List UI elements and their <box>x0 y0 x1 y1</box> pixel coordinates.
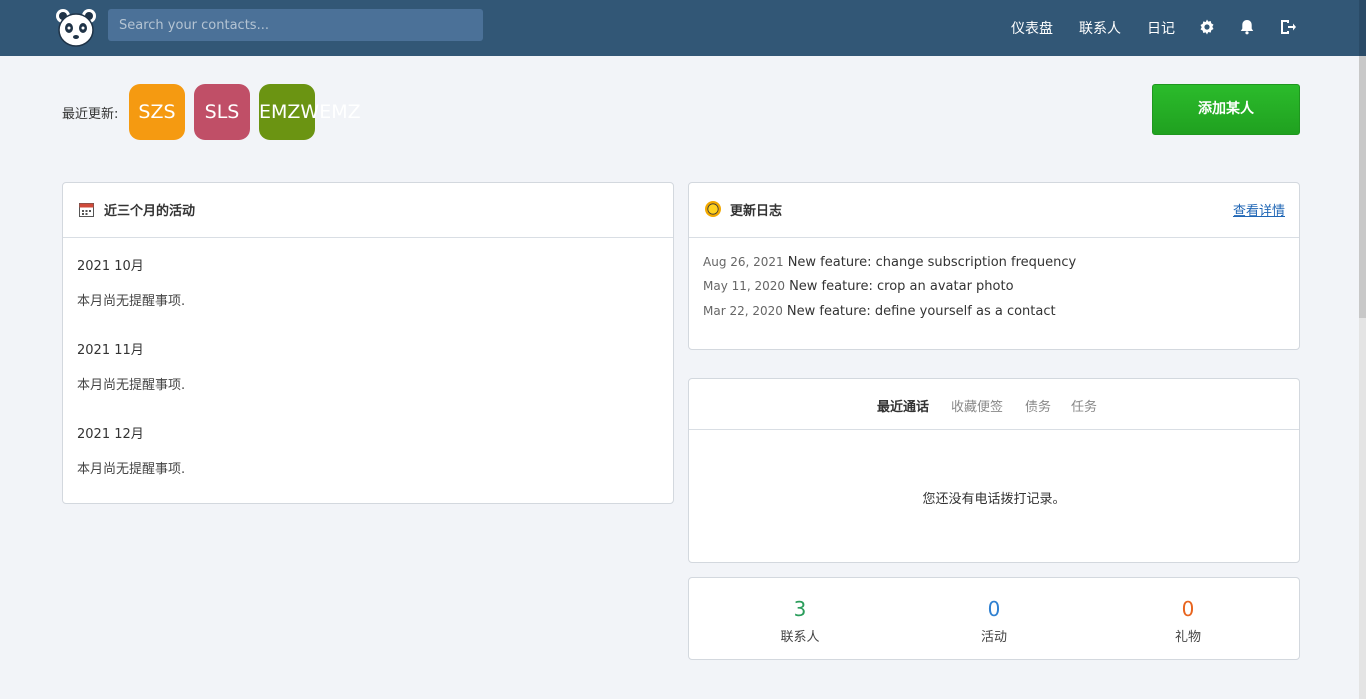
changelog-text: New feature: change subscription frequen… <box>787 255 1077 270</box>
changelog-text: New feature: crop an avatar photo <box>789 279 1014 294</box>
contacts-label: 联系人 <box>780 630 820 645</box>
tabs-card: 最近通话 收藏便签 债务 任务 您还没有电话拨打记录。 <box>688 378 1300 563</box>
activity-title: 近三个月的活动 <box>104 204 196 219</box>
tab-tasks[interactable]: 任务 <box>1071 396 1097 415</box>
changelog-title: 更新日志 <box>730 204 783 219</box>
tab-recent-calls[interactable]: 最近通话 <box>877 396 929 415</box>
changelog-date: Mar 22, 2020 <box>703 304 783 318</box>
nav-contacts[interactable]: 联系人 <box>1079 18 1121 38</box>
avatar[interactable]: EMZWEMZ <box>259 84 361 140</box>
changelog-entry[interactable]: May 11, 2020 New feature: crop an avatar … <box>703 279 1014 294</box>
recent-label: 最近更新: <box>62 107 119 122</box>
tab-debts[interactable]: 债务 <box>1025 396 1051 415</box>
search-input[interactable] <box>108 9 483 41</box>
panda-logo-icon[interactable] <box>55 8 97 48</box>
card-header: 更新日志 查看详情 <box>689 183 1299 238</box>
gear-icon[interactable] <box>1198 18 1216 36</box>
activity-card: 近三个月的活动 2021 10月 本月尚无提醒事项. 2021 11月 本月尚无… <box>62 182 674 504</box>
changelog-entry[interactable]: Aug 26, 2021 New feature: change subscrip… <box>703 255 1076 270</box>
stats-card: 3 联系人 0 活动 0 礼物 <box>688 577 1300 660</box>
month-empty-text: 本月尚无提醒事项. <box>77 294 186 309</box>
activities-label: 活动 <box>980 630 1007 645</box>
scrollbar-top <box>1359 0 1366 56</box>
nav-dashboard[interactable]: 仪表盘 <box>1011 18 1053 38</box>
view-details-link[interactable]: 查看详情 <box>1233 200 1285 219</box>
changelog-text: New feature: define yourself as a contac… <box>786 304 1056 319</box>
sun-icon <box>705 201 721 217</box>
avatar-initials: SLS <box>204 101 240 123</box>
bell-icon[interactable] <box>1238 18 1256 36</box>
changelog-card: 更新日志 查看详情 Aug 26, 2021 New feature: chang… <box>688 182 1300 350</box>
avatar-initials: EMZWEMZ <box>259 101 361 123</box>
empty-calls-text: 您还没有电话拨打记录。 <box>922 492 1066 507</box>
changelog-date: Aug 26, 2021 <box>703 255 784 269</box>
month-heading: 2021 11月 <box>77 343 144 358</box>
nav-journal[interactable]: 日记 <box>1147 18 1175 38</box>
avatar-initials: SZS <box>138 101 176 123</box>
add-someone-button[interactable]: 添加某人 <box>1152 84 1300 135</box>
gifts-label: 礼物 <box>1174 630 1201 645</box>
contacts-count[interactable]: 3 <box>750 597 850 621</box>
scrollbar-thumb[interactable] <box>1359 56 1366 318</box>
month-heading: 2021 12月 <box>77 427 144 442</box>
changelog-date: May 11, 2020 <box>703 279 786 293</box>
activities-count[interactable]: 0 <box>944 597 1044 621</box>
top-navbar: 仪表盘 联系人 日记 <box>0 0 1366 56</box>
avatar[interactable]: SZS <box>129 84 185 140</box>
logout-icon[interactable] <box>1279 18 1297 36</box>
month-empty-text: 本月尚无提醒事项. <box>77 462 186 477</box>
changelog-entry[interactable]: Mar 22, 2020 New feature: define yourself… <box>703 304 1056 319</box>
tab-bar: 最近通话 收藏便签 债务 任务 <box>689 379 1299 430</box>
calendar-icon <box>79 203 94 217</box>
card-header: 近三个月的活动 <box>63 183 673 238</box>
tab-favorite-notes[interactable]: 收藏便签 <box>951 396 1003 415</box>
month-heading: 2021 10月 <box>77 259 144 274</box>
month-empty-text: 本月尚无提醒事项. <box>77 378 186 393</box>
gifts-count[interactable]: 0 <box>1138 597 1238 621</box>
avatar[interactable]: SLS <box>194 84 250 140</box>
